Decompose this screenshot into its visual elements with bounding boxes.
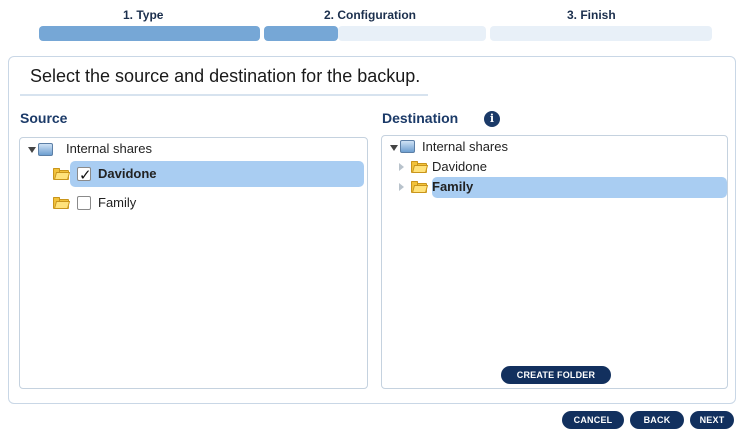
step-configuration-progress [264, 26, 338, 41]
destination-root-label: Internal shares [422, 139, 508, 154]
step-finish-progress [490, 26, 712, 41]
source-item-davidone[interactable]: ✓ Davidone [20, 163, 360, 185]
create-folder-button[interactable]: CREATE FOLDER [501, 366, 611, 384]
collapse-arrow-icon[interactable] [399, 163, 404, 171]
expand-arrow-icon[interactable] [28, 147, 36, 153]
source-heading: Source [20, 110, 68, 126]
step-finish-label: 3. Finish [567, 8, 616, 22]
davidone-checkbox[interactable]: ✓ [77, 166, 92, 184]
drive-icon [400, 140, 415, 153]
destination-root-row[interactable]: Internal shares [382, 136, 722, 158]
collapse-arrow-icon[interactable] [399, 183, 404, 191]
step-type-label: 1. Type [123, 8, 164, 22]
destination-heading: Destination [382, 110, 459, 126]
title-divider [20, 94, 428, 96]
destination-item-davidone[interactable]: Davidone [382, 156, 722, 178]
source-root-row[interactable]: Internal shares [20, 138, 360, 160]
folder-icon [411, 161, 429, 173]
expand-arrow-icon[interactable] [390, 145, 398, 151]
source-item-label: Family [98, 195, 137, 210]
source-tree[interactable]: Internal shares ✓ Davidone Family [19, 137, 368, 389]
step-configuration-remaining [338, 26, 486, 41]
destination-item-label: Davidone [432, 159, 487, 174]
destination-tree[interactable]: Internal shares Davidone Family CREATE F… [381, 135, 728, 389]
step-type-progress [39, 26, 260, 41]
destination-item-family[interactable]: Family [382, 176, 722, 198]
back-button[interactable]: BACK [630, 411, 684, 429]
source-root-label: Internal shares [66, 141, 152, 156]
page-title: Select the source and destination for th… [30, 66, 421, 86]
info-icon[interactable]: i [484, 111, 500, 127]
source-item-label: Davidone [98, 166, 157, 181]
destination-item-label: Family [432, 179, 474, 194]
next-button[interactable]: NEXT [690, 411, 734, 429]
source-item-family[interactable]: Family [20, 192, 360, 214]
folder-icon [53, 197, 71, 209]
family-checkbox[interactable] [77, 196, 91, 210]
cancel-button[interactable]: CANCEL [562, 411, 624, 429]
step-configuration-label: 2. Configuration [324, 8, 416, 22]
folder-icon [411, 181, 429, 193]
drive-icon [38, 143, 53, 156]
folder-icon [53, 168, 71, 180]
wizard-steps: 1. Type 2. Configuration 3. Finish [0, 0, 738, 44]
